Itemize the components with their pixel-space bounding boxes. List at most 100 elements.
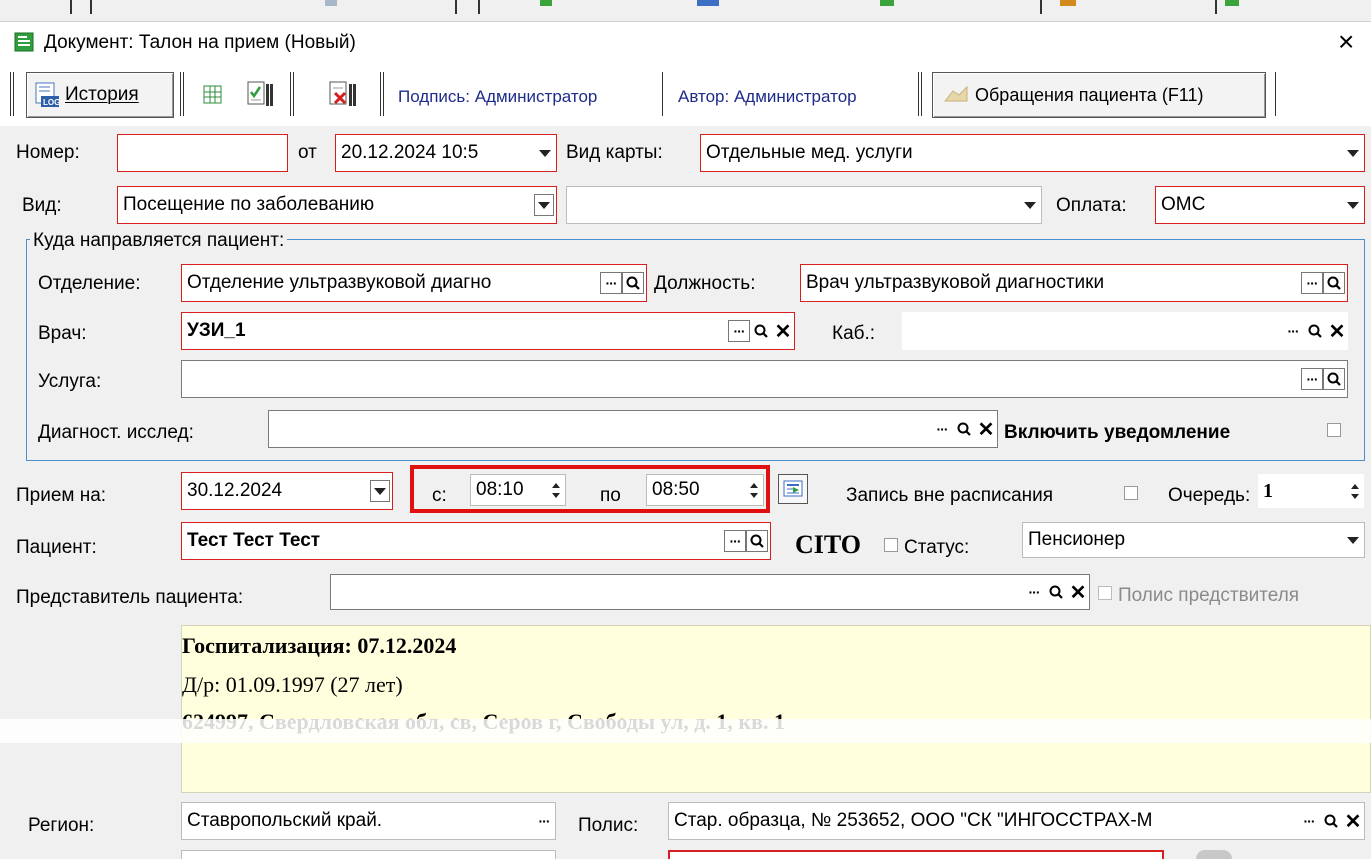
clear-icon[interactable]: ✕ <box>1326 320 1348 343</box>
queue-field[interactable]: 1 <box>1258 474 1364 508</box>
card-type-select[interactable]: Отдельные мед. услуги <box>700 134 1365 172</box>
clear-icon[interactable]: ✕ <box>1342 810 1364 833</box>
representative-field[interactable]: ··· ✕ <box>330 574 1090 610</box>
ellipsis-icon[interactable]: ··· <box>1301 272 1323 294</box>
search-icon[interactable] <box>1323 368 1345 390</box>
time-from-label: с: <box>432 485 447 506</box>
doctor-field[interactable]: УЗИ_1 ··· ✕ <box>181 312 795 350</box>
ellipsis-icon[interactable]: ··· <box>1301 368 1323 390</box>
cito-label: CITO <box>795 530 861 559</box>
off-schedule-checkbox[interactable] <box>1124 486 1138 500</box>
sign-document-icon[interactable] <box>246 80 274 110</box>
birth-date-text: Д/р: 01.09.1997 (27 лет) <box>182 672 403 697</box>
search-icon[interactable] <box>953 418 975 440</box>
search-icon[interactable] <box>1045 581 1067 603</box>
chevron-down-icon[interactable] <box>1019 187 1041 223</box>
chevron-down-icon[interactable] <box>534 194 554 216</box>
time-from-field[interactable]: 08:10 <box>470 474 566 506</box>
position-label: Должность: <box>654 273 756 294</box>
diagnostic-label: Диагност. исслед: <box>38 422 194 443</box>
card-type-label: Вид карты: <box>566 142 663 163</box>
toolbar: LOG История Подпись: Администратор Автор… <box>0 64 1371 126</box>
status-label: Статус: <box>904 537 970 558</box>
signature-info: Подпись: Администратор <box>398 87 598 106</box>
partial-next-row-field <box>668 850 1164 859</box>
hospitalization-text: Госпитализация: 07.12.2024 <box>182 633 457 658</box>
partial-next-row <box>181 850 556 859</box>
status-select[interactable]: Пенсионер <box>1022 522 1365 558</box>
close-icon[interactable]: × <box>1338 28 1354 56</box>
visit-subtype-select[interactable] <box>566 186 1042 224</box>
position-field[interactable]: Врач ультразвуковой диагностики ··· <box>800 264 1348 302</box>
schedule-icon[interactable] <box>778 474 808 504</box>
ellipsis-icon[interactable]: ··· <box>728 320 750 342</box>
spinner-icon[interactable] <box>745 475 763 505</box>
chevron-down-icon[interactable] <box>1342 523 1364 557</box>
notification-label: Включить уведомление <box>1004 422 1231 443</box>
search-icon[interactable] <box>622 272 644 294</box>
chevron-down-icon[interactable] <box>1342 135 1364 171</box>
appeals-icon <box>943 85 969 105</box>
search-icon[interactable] <box>1304 320 1326 342</box>
ellipsis-icon[interactable]: ··· <box>1023 581 1045 603</box>
history-label: История <box>65 84 139 105</box>
ellipsis-icon[interactable]: ··· <box>533 810 555 832</box>
referral-group-title: Куда направляется пациент: <box>30 229 288 253</box>
ellipsis-icon[interactable]: ··· <box>1298 810 1320 832</box>
off-schedule-label: Запись вне расписания <box>846 485 1054 506</box>
search-icon[interactable] <box>750 320 772 342</box>
document-date-field[interactable]: 20.12.2024 10:5 <box>335 134 557 172</box>
visit-type-label: Вид: <box>22 195 62 216</box>
number-field[interactable] <box>117 134 288 172</box>
spinner-icon[interactable] <box>547 475 565 505</box>
payment-select[interactable]: ОМС <box>1155 186 1365 224</box>
clear-icon[interactable]: ✕ <box>1067 581 1089 604</box>
table-icon[interactable] <box>202 84 224 106</box>
date-from-label: от <box>298 142 317 163</box>
search-icon[interactable] <box>1323 272 1345 294</box>
clear-icon[interactable]: ✕ <box>772 320 794 343</box>
department-field[interactable]: Отделение ультразвуковой диагно ··· <box>181 264 647 302</box>
appointment-date-label: Прием на: <box>16 485 107 506</box>
search-icon[interactable] <box>1320 810 1342 832</box>
diagnostic-field[interactable]: ··· ✕ <box>268 410 998 448</box>
clear-icon[interactable]: ✕ <box>975 418 997 441</box>
service-label: Услуга: <box>38 371 102 392</box>
queue-label: Очередь: <box>1168 485 1251 506</box>
patient-label: Пациент: <box>16 537 97 558</box>
partial-info-icon <box>1196 850 1232 859</box>
ellipsis-icon[interactable]: ··· <box>931 418 953 440</box>
ellipsis-icon[interactable]: ··· <box>600 272 622 294</box>
chevron-down-icon[interactable] <box>534 135 556 171</box>
spinner-icon[interactable] <box>1346 474 1364 508</box>
time-to-field[interactable]: 08:50 <box>646 474 764 506</box>
ellipsis-icon[interactable]: ··· <box>1282 320 1304 342</box>
patient-field[interactable]: Тест Тест Тест ··· <box>181 522 771 560</box>
policy-field[interactable]: Стар. образца, № 253652, ООО "СК "ИНГОСС… <box>668 802 1365 840</box>
cito-checkbox[interactable] <box>884 538 898 552</box>
chevron-down-icon[interactable] <box>370 480 390 502</box>
notification-checkbox[interactable] <box>1327 423 1341 437</box>
cabinet-field[interactable]: ··· ✕ <box>902 312 1348 350</box>
svg-text:LOG: LOG <box>43 98 59 107</box>
ellipsis-icon[interactable]: ··· <box>724 530 746 552</box>
document-icon <box>14 32 34 52</box>
appointment-date-field[interactable]: 30.12.2024 <box>181 472 393 510</box>
rep-policy-checkbox <box>1098 586 1112 600</box>
payment-label: Оплата: <box>1056 195 1127 216</box>
title-bar: Документ: Талон на прием (Новый) × <box>0 22 1371 64</box>
region-field[interactable]: Ставропольский край. ··· <box>181 802 556 840</box>
visit-type-select[interactable]: Посещение по заболеванию <box>117 186 557 224</box>
screen-tear-overlay <box>0 719 1371 743</box>
history-button[interactable]: LOG История <box>26 72 174 118</box>
representative-label: Представитель пациента: <box>16 587 244 608</box>
cabinet-label: Каб.: <box>832 323 876 344</box>
service-field[interactable]: ··· <box>181 360 1348 398</box>
policy-label: Полис: <box>578 815 639 836</box>
doctor-label: Врач: <box>38 323 87 344</box>
remove-signature-icon[interactable] <box>328 80 358 110</box>
chevron-down-icon[interactable] <box>1342 187 1364 223</box>
patient-appeals-button[interactable]: Обращения пациента (F11) <box>932 72 1266 118</box>
search-icon[interactable] <box>746 530 768 552</box>
number-label: Номер: <box>16 142 80 163</box>
